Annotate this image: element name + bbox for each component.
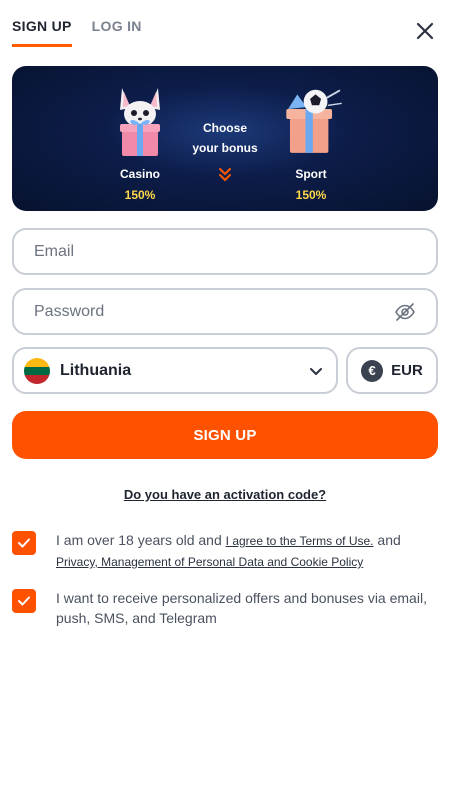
- activation-code-row: Do you have an activation code?: [0, 486, 450, 504]
- tab-sign-up[interactable]: SIGN UP: [12, 18, 72, 47]
- tab-log-in[interactable]: LOG IN: [92, 18, 142, 47]
- country-value: Lithuania: [60, 361, 132, 379]
- password-field[interactable]: [12, 288, 438, 335]
- sport-label: Sport: [295, 167, 327, 181]
- double-chevron-down-icon: [219, 168, 231, 182]
- currency-value: EUR: [391, 362, 423, 379]
- email-field[interactable]: [12, 228, 438, 275]
- offers-consent-row: I want to receive personalized offers an…: [12, 588, 438, 628]
- sport-bonus-option[interactable]: Sport 150%: [276, 78, 346, 202]
- privacy-policy-link[interactable]: Privacy, Management of Personal Data and…: [56, 555, 363, 569]
- auth-tabs: SIGN UP LOG IN: [12, 18, 142, 47]
- terms-prefix: I am over 18 years old and: [56, 532, 222, 548]
- sport-gift-icon: [286, 89, 342, 153]
- choose-line-2: your bonus: [192, 141, 258, 155]
- eye-off-icon[interactable]: [394, 301, 416, 323]
- chevron-down-icon: [310, 367, 322, 375]
- lithuania-flag-icon: [24, 357, 50, 384]
- terms-text: I am over 18 years old and I agree to th…: [56, 530, 438, 572]
- bonus-banner: Casino 150% Choose your bonus Sport 150%: [12, 66, 438, 211]
- terms-checkbox[interactable]: [12, 531, 36, 555]
- casino-percent: 150%: [124, 188, 156, 202]
- choose-bonus-text: Choose your bonus: [180, 118, 270, 158]
- currency-select[interactable]: € EUR: [346, 347, 438, 394]
- euro-icon: €: [361, 359, 384, 382]
- checkmark-icon: [18, 538, 30, 548]
- offers-text: I want to receive personalized offers an…: [56, 590, 427, 626]
- sign-up-button[interactable]: SIGN UP: [12, 411, 438, 459]
- terms-and: and: [377, 532, 401, 548]
- casino-bonus-option[interactable]: Casino 150%: [108, 78, 172, 202]
- terms-of-use-link[interactable]: I agree to the Terms of Use.: [226, 534, 374, 548]
- password-input[interactable]: [34, 302, 394, 321]
- offers-checkbox[interactable]: [12, 589, 36, 613]
- activation-code-link[interactable]: Do you have an activation code?: [124, 487, 326, 502]
- close-icon[interactable]: [414, 20, 436, 42]
- email-input[interactable]: [34, 242, 416, 261]
- checkmark-icon: [18, 596, 30, 606]
- casino-label: Casino: [119, 167, 160, 181]
- country-select[interactable]: Lithuania: [12, 347, 338, 394]
- casino-gift-icon: [120, 88, 160, 156]
- choose-line-1: Choose: [202, 121, 247, 135]
- sport-percent: 150%: [295, 188, 327, 202]
- terms-consent-row: I am over 18 years old and I agree to th…: [12, 530, 438, 572]
